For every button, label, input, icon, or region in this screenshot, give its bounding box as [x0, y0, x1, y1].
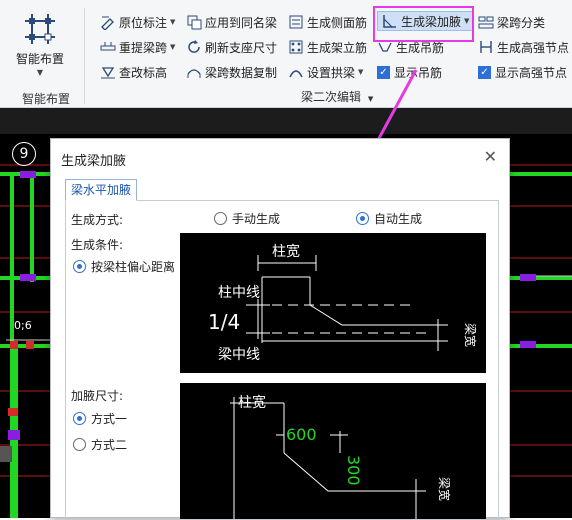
radio-eccentric-distance[interactable]: 按梁柱偏心距离 [73, 258, 175, 275]
radio-mode-one[interactable]: 方式一 [73, 410, 127, 427]
radio-eccentric-label: 按梁柱偏心距离 [91, 260, 176, 274]
method-label: 生成方式: [71, 213, 124, 227]
preview2-dim-vertical: 300 [344, 455, 363, 486]
radio-mode-two-label: 方式二 [91, 438, 128, 452]
size-preview: 柱宽 600 300 梁宽 [180, 383, 486, 519]
preview1-col-center: 柱中线 [218, 285, 260, 301]
condition-diagram: 柱宽 柱中线 1/4 梁中线 梁宽 [208, 243, 478, 363]
radio-auto-label: 自动生成 [374, 212, 423, 226]
beam-haunch-dialog: 生成梁加腋 ✕ 梁水平加腋 生成方式: 手动生成 自动生成 生成条件: 按梁柱偏… [50, 138, 510, 520]
radio-mode-two[interactable]: 方式二 [73, 436, 127, 453]
radio-manual-label: 手动生成 [232, 212, 281, 226]
preview2-dim-horizontal: 600 [286, 425, 317, 444]
radio-selected-icon [73, 260, 86, 273]
preview1-beam-center: 梁中线 [218, 347, 260, 363]
preview1-ratio: 1/4 [208, 310, 240, 334]
preview1-beam-width: 梁宽 [463, 323, 478, 347]
size-diagram: 柱宽 600 300 梁宽 [230, 394, 452, 519]
tab-panel: 生成方式: 手动生成 自动生成 生成条件: 按梁柱偏心距离 柱宽 柱中线 1/4… [65, 200, 499, 520]
dialog-title: 生成梁加腋 [61, 154, 127, 169]
radio-manual-generate[interactable]: 手动生成 [214, 210, 280, 227]
condition-preview: 柱宽 柱中线 1/4 梁中线 梁宽 [180, 233, 486, 373]
radio-icon [214, 212, 227, 225]
radio-selected-icon [356, 212, 369, 225]
preview2-beam-width: 梁宽 [437, 477, 452, 501]
condition-label: 生成条件: [71, 238, 124, 252]
radio-auto-generate[interactable]: 自动生成 [356, 210, 422, 227]
preview2-col-width: 柱宽 [238, 394, 266, 411]
radio-mode-one-label: 方式一 [91, 412, 128, 426]
radio-selected-icon [73, 412, 86, 425]
radio-icon [73, 438, 86, 451]
tab-horizontal-haunch[interactable]: 梁水平加腋 [65, 179, 138, 201]
haunch-size-label: 加腋尺寸: [71, 389, 124, 403]
preview1-col-width: 柱宽 [272, 243, 300, 260]
close-icon[interactable]: ✕ [484, 147, 497, 166]
